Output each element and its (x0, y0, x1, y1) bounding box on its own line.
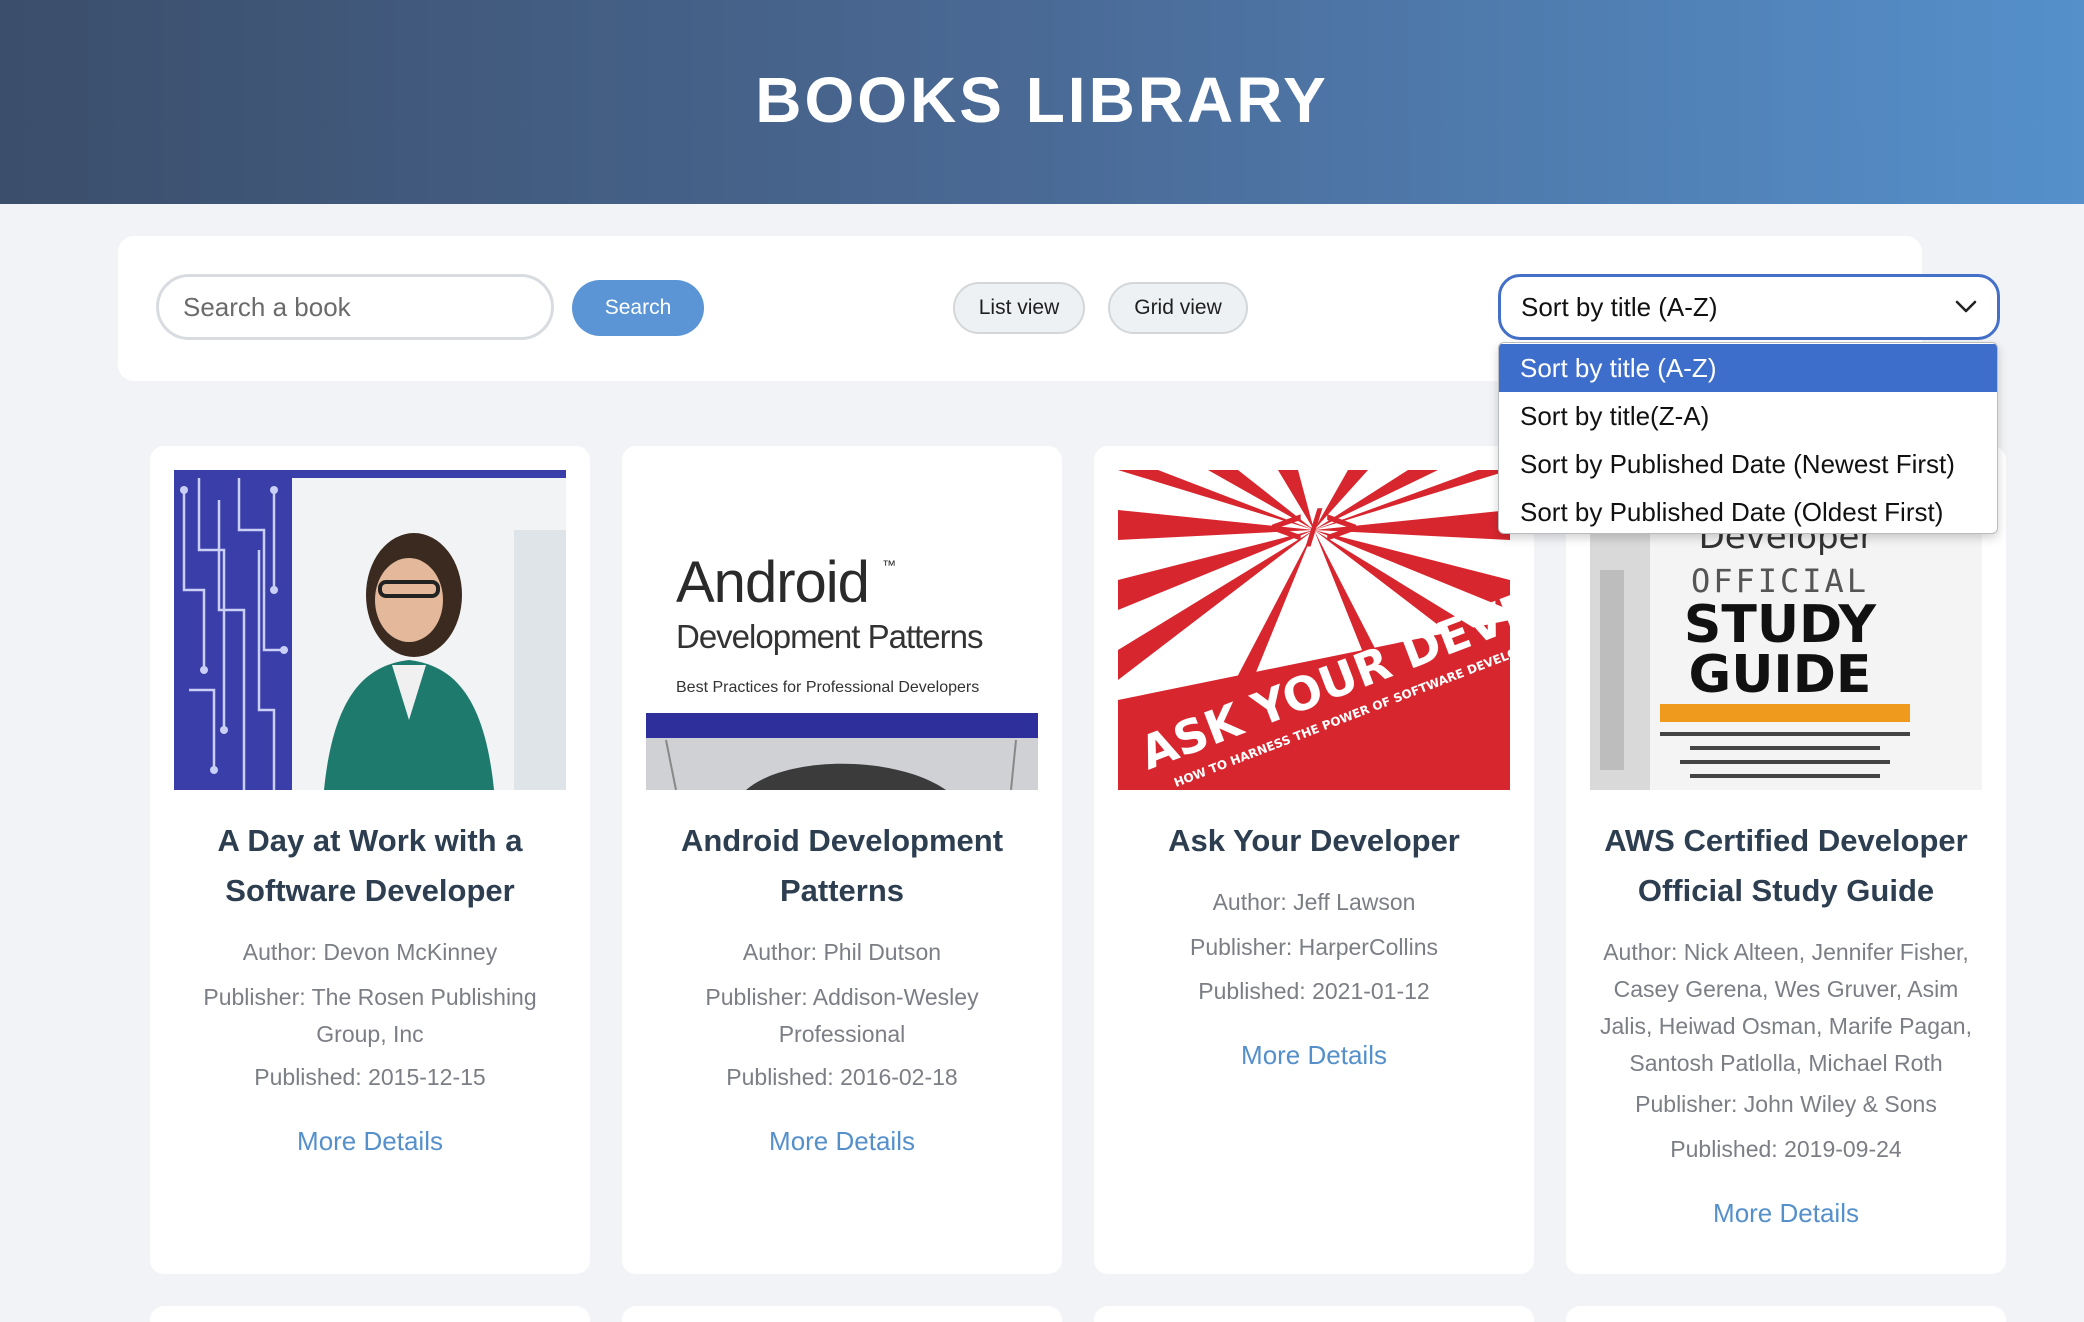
sort-dropdown-menu: Sort by title (A-Z) Sort by title(Z-A) S… (1498, 342, 1998, 534)
book-title: A Day at Work with a Software Developer (217, 823, 523, 908)
search-input[interactable] (156, 274, 554, 340)
svg-text:</>: </> (1267, 499, 1361, 553)
book-card-next-row (150, 1306, 590, 1322)
book-author: Author: Nick Alteen, Jennifer Fisher, Ca… (1600, 939, 1972, 1076)
svg-text:GUIDE: GUIDE (1689, 645, 1872, 705)
more-details-link[interactable]: More Details (180, 1126, 560, 1157)
book-title: Android Development Patterns (680, 823, 1004, 908)
book-publisher: Publisher: The Rosen Publishing Group, I… (203, 984, 537, 1047)
page-title: BOOKS LIBRARY (755, 64, 1329, 136)
book-author: Author: Jeff Lawson (1212, 889, 1416, 915)
book-published-date: Published: 2019-09-24 (1670, 1136, 1902, 1162)
sort-option-title-asc[interactable]: Sort by title (A-Z) (1499, 344, 1997, 392)
cover-title: Android (676, 550, 869, 615)
sort-select[interactable]: Sort by title (A-Z) (1498, 274, 2000, 340)
book-cover-image: </> ASK YOUR DEVELOPER HOW TO HARNESS TH… (1118, 470, 1510, 790)
book-published-date: Published: 2015-12-15 (254, 1064, 486, 1090)
list-view-button[interactable]: List view (953, 282, 1085, 334)
book-card: A Day at Work with a Software Developer … (150, 446, 590, 1274)
book-author: Author: Devon McKinney (242, 939, 498, 965)
book-card: </> ASK YOUR DEVELOPER HOW TO HARNESS TH… (1094, 446, 1534, 1274)
book-card: Android ™ Development Patterns Best Prac… (622, 446, 1062, 1274)
svg-text:™: ™ (882, 557, 896, 573)
book-card-next-row (1094, 1306, 1534, 1322)
sort-option-date-newest[interactable]: Sort by Published Date (Newest First) (1499, 440, 1997, 488)
sort-option-date-oldest[interactable]: Sort by Published Date (Oldest First) (1499, 488, 1997, 533)
book-cover-image: Android ™ Development Patterns Best Prac… (646, 470, 1038, 790)
more-details-link[interactable]: More Details (652, 1126, 1032, 1157)
book-card-next-row (1566, 1306, 2006, 1322)
book-author: Author: Phil Dutson (742, 939, 942, 965)
sort-select-value: Sort by title (A-Z) (1521, 291, 1718, 322)
book-published-date: Published: 2021-01-12 (1198, 978, 1430, 1004)
book-publisher: Publisher: John Wiley & Sons (1635, 1091, 1937, 1117)
sort-option-title-desc[interactable]: Sort by title(Z-A) (1499, 392, 1997, 440)
book-published-date: Published: 2016-02-18 (726, 1064, 958, 1090)
more-details-link[interactable]: More Details (1124, 1040, 1504, 1071)
book-card-next-row (622, 1306, 1062, 1322)
chevron-down-icon (1955, 300, 1977, 313)
svg-text:Development Patterns: Development Patterns (676, 618, 983, 655)
svg-text:Best Practices for Professiona: Best Practices for Professional Develope… (676, 679, 979, 696)
book-title: Ask Your Developer (1168, 823, 1460, 858)
book-publisher: Publisher: Addison-Wesley Professional (705, 984, 979, 1047)
book-title: AWS Certified Developer Official Study G… (1604, 823, 1968, 908)
search-button[interactable]: Search (572, 280, 704, 336)
book-publisher: Publisher: HarperCollins (1190, 934, 1438, 960)
header-banner: BOOKS LIBRARY (0, 0, 2084, 204)
grid-view-button[interactable]: Grid view (1108, 282, 1248, 334)
more-details-link[interactable]: More Details (1596, 1198, 1976, 1229)
book-cover-image (174, 470, 566, 790)
book-card: Developer OFFICIAL STUDY GUIDE AWS Certi… (1566, 446, 2006, 1274)
